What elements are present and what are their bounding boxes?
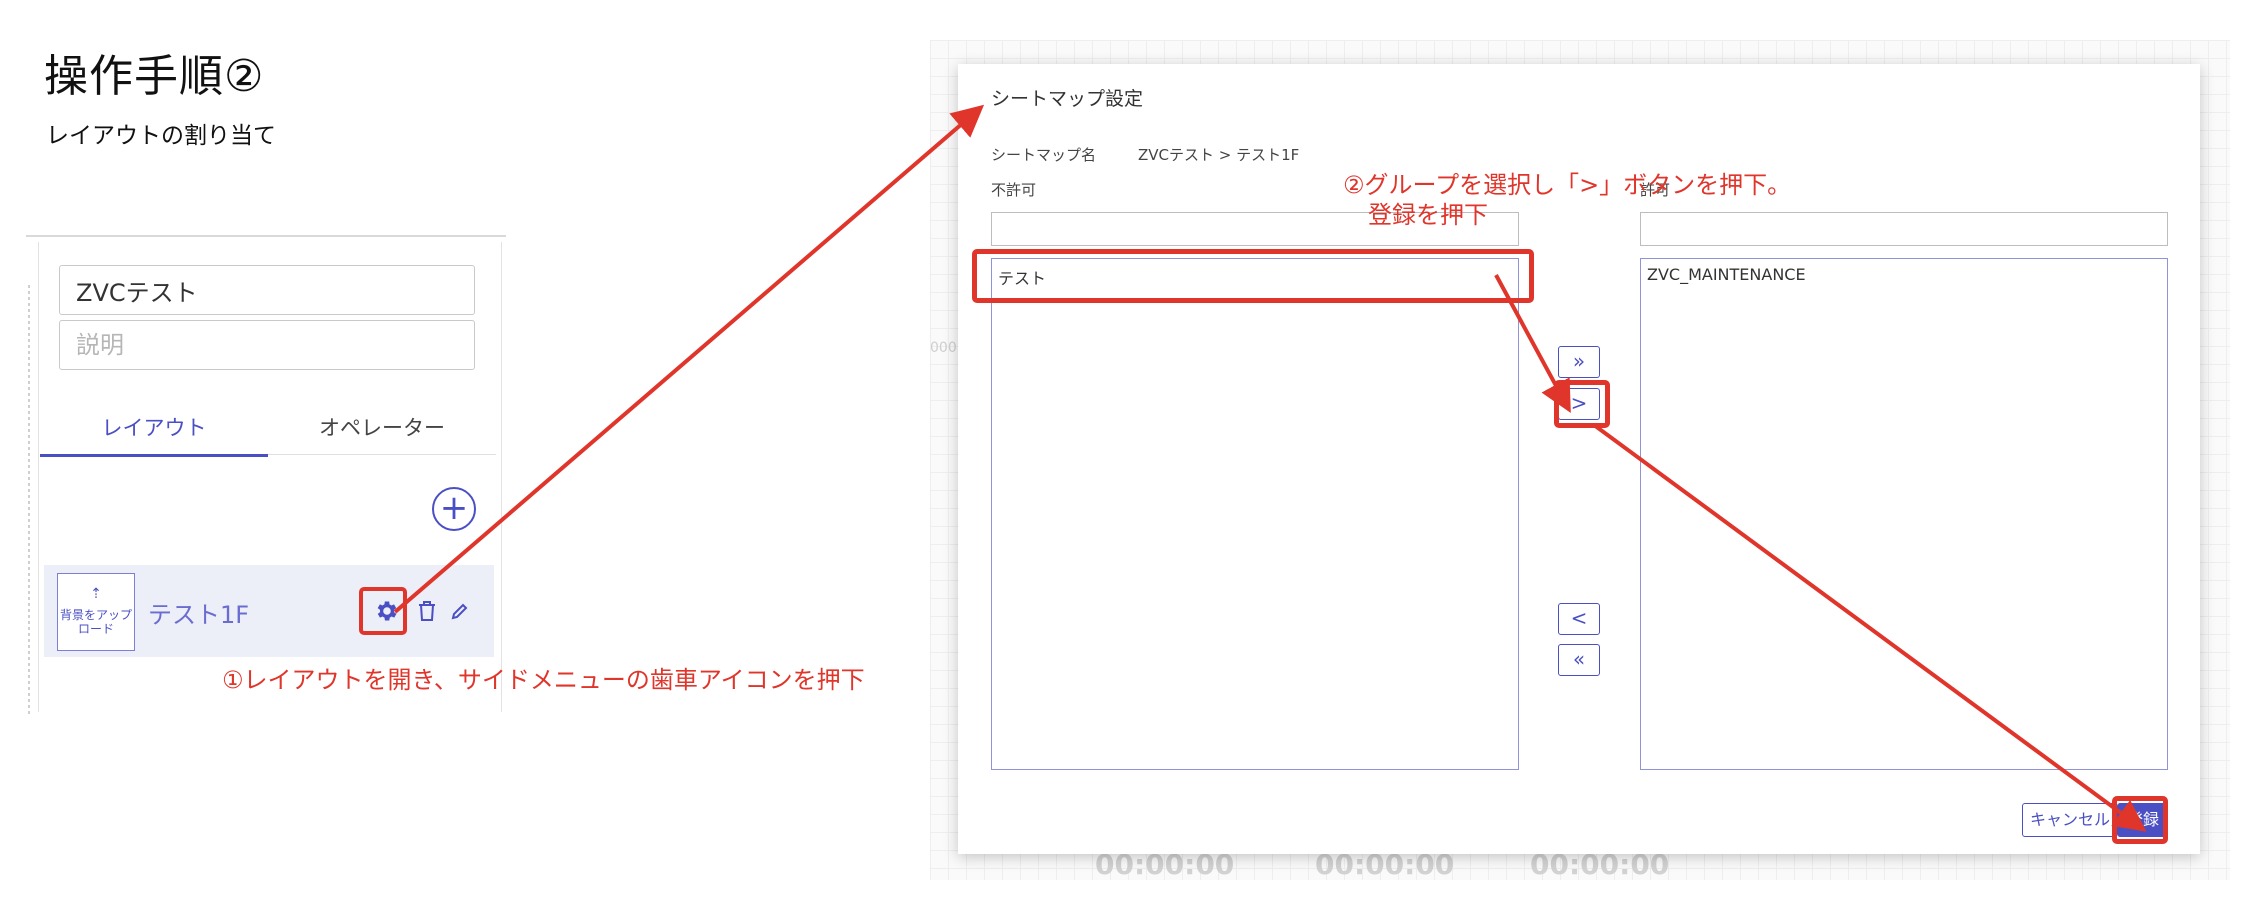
arrow-to-register <box>1592 423 2147 832</box>
arrow-to-dialog <box>393 104 985 614</box>
annotation-arrows <box>393 104 2147 832</box>
arrow-to-move-right <box>1494 274 1571 414</box>
